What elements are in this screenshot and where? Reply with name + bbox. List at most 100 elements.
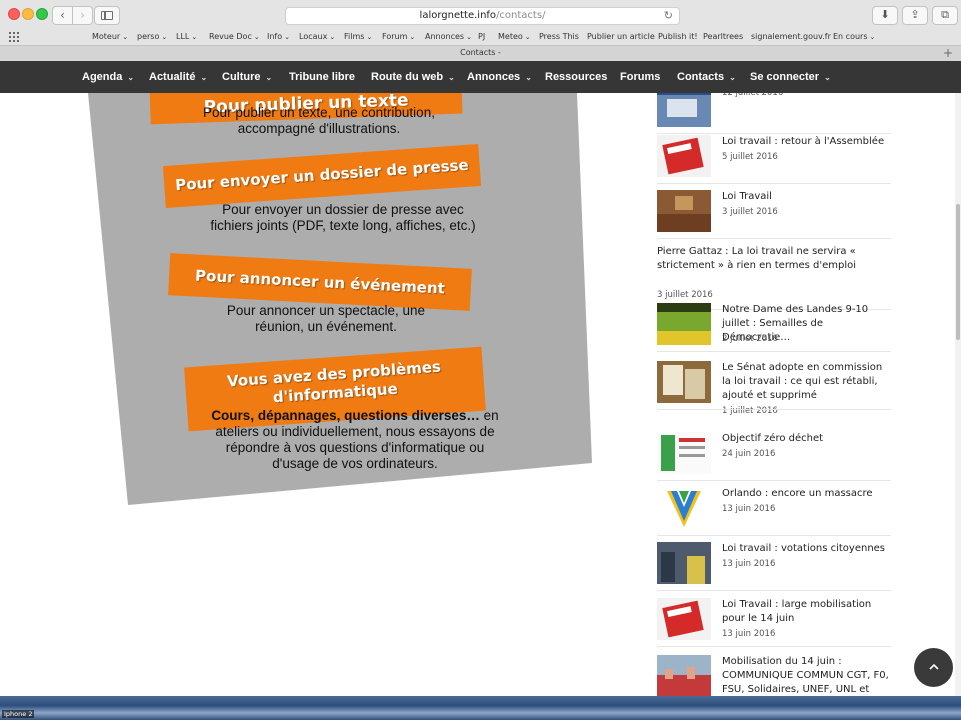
top-sites-grid-icon[interactable]: [9, 32, 19, 42]
tabs-icon: ⧉: [941, 8, 949, 21]
chevron-down-icon: ⌄: [200, 73, 208, 82]
new-tab-icon[interactable]: +: [943, 46, 953, 60]
post-date: 2 juillet 2016: [722, 334, 778, 344]
bookmark-item[interactable]: Press This: [539, 30, 579, 44]
downloads-button[interactable]: ⬇: [872, 6, 898, 25]
post-title[interactable]: Loi travail : votations citoyennes: [722, 542, 892, 556]
post-thumbnail[interactable]: [657, 487, 711, 529]
chevron-down-icon: ⌄: [448, 73, 455, 82]
bookmark-label: Publier un article: [587, 32, 655, 41]
post-title[interactable]: Objectif zéro déchet: [722, 432, 892, 446]
post-title[interactable]: Loi Travail : large mobilisation pour le…: [722, 598, 892, 626]
post-thumbnail[interactable]: [657, 655, 711, 696]
bookmark-label: Meteo: [498, 32, 523, 41]
bookmark-item[interactable]: En cours ⌄: [833, 30, 875, 44]
bookmark-item[interactable]: Films ⌄: [344, 30, 372, 44]
chevron-down-icon: ⌄: [824, 73, 831, 82]
nav-item-contacts[interactable]: Contacts ⌄: [677, 61, 736, 93]
bookmark-item[interactable]: signalement.gouv.fr: [751, 30, 831, 44]
post-thumbnail[interactable]: [657, 135, 711, 177]
nav-item-actualit-[interactable]: Actualité ⌄: [149, 61, 207, 93]
post-separator: [657, 535, 891, 536]
section-text-press: Pour envoyer un dossier de presse avec f…: [210, 202, 476, 233]
site-navigation: Agenda ⌄ Actualité ⌄ Culture ⌄ Tribune libre Ro…: [0, 61, 961, 93]
nav-item-route-du-web[interactable]: Route du web ⌄: [371, 61, 455, 93]
bookmarks-bar: Moteur ⌄ perso ⌄ LLL ⌄ Revue Doc ⌄ Info ⌄ Locaux ⌄ F…: [0, 30, 961, 44]
zoom-window-button[interactable]: [36, 8, 48, 20]
bookmark-label: LLL: [176, 32, 190, 41]
nav-item-label: Se connecter: [750, 71, 820, 83]
post-thumbnail[interactable]: [657, 542, 711, 584]
post-title[interactable]: Mobilisation du 14 juin : COMMUNIQUE COM…: [722, 655, 892, 696]
post-title[interactable]: Le Sénat adopte en commission la loi tra…: [722, 361, 892, 403]
chevron-down-icon: ⌄: [869, 33, 876, 41]
show-tabs-button[interactable]: ⧉: [932, 6, 958, 25]
download-icon: ⬇: [880, 8, 890, 21]
post-thumbnail[interactable]: [657, 361, 711, 403]
nav-item-se-connecter[interactable]: Se connecter ⌄: [750, 61, 831, 93]
post-thumbnail[interactable]: [657, 598, 711, 640]
bookmark-item[interactable]: Revue Doc ⌄: [209, 30, 260, 44]
page-scrollbar[interactable]: [955, 93, 961, 696]
page-content: Pour publier un texte Pour publier un te…: [0, 93, 961, 696]
post-separator: [657, 133, 891, 134]
post-date: 13 juin 2016: [722, 559, 776, 569]
nav-item-ressources[interactable]: Ressources: [545, 61, 607, 93]
post-thumbnail[interactable]: [657, 432, 711, 474]
nav-item-agenda[interactable]: Agenda ⌄: [82, 61, 134, 93]
bookmark-item[interactable]: Publish it!: [658, 30, 698, 44]
post-separator: [657, 183, 891, 184]
bookmark-item[interactable]: Forum ⌄: [382, 30, 415, 44]
bookmark-item[interactable]: Locaux ⌄: [299, 30, 335, 44]
chevron-down-icon: ⌄: [729, 73, 736, 82]
bookmark-item[interactable]: Annonces ⌄: [425, 30, 472, 44]
chevron-down-icon: ⌄: [161, 33, 168, 41]
post-thumbnail[interactable]: [657, 93, 711, 127]
bookmark-item[interactable]: perso ⌄: [137, 30, 167, 44]
chevron-down-icon: ⌄: [191, 33, 198, 41]
bookmark-label: Publish it!: [658, 32, 698, 41]
url-host: lalorgnette.info: [419, 10, 497, 21]
back-to-top-button[interactable]: [914, 648, 953, 687]
chevron-down-icon: ⌄: [524, 33, 531, 41]
bookmark-label: Pearltrees: [703, 32, 744, 41]
nav-item-culture[interactable]: Culture ⌄: [222, 61, 272, 93]
bookmark-label: PJ: [478, 32, 486, 41]
minimize-window-button[interactable]: [22, 8, 34, 20]
forward-button[interactable]: ›: [72, 6, 93, 25]
bookmark-item[interactable]: Publier un article: [587, 30, 655, 44]
nav-item-label: Culture: [222, 71, 261, 83]
post-thumbnail[interactable]: [657, 190, 711, 232]
post-date: 12 juillet 2016: [722, 93, 784, 98]
post-title[interactable]: Pierre Gattaz : La loi travail ne servir…: [657, 245, 891, 273]
bookmark-item[interactable]: LLL ⌄: [176, 30, 197, 44]
bookmark-item[interactable]: Meteo ⌄: [498, 30, 531, 44]
post-title[interactable]: Loi Travail: [722, 190, 892, 204]
bookmark-item[interactable]: PJ: [478, 30, 485, 44]
post-thumbnail[interactable]: [657, 303, 711, 345]
section-text-computing: Cours, dépannages, questions diverses… e…: [208, 408, 502, 472]
back-button[interactable]: ‹: [52, 6, 73, 25]
chevron-down-icon: ⌄: [409, 33, 416, 41]
active-tab-title[interactable]: Contacts -: [460, 48, 501, 57]
desktop-label: Iphone 2: [2, 710, 35, 718]
chevron-down-icon: ⌄: [466, 33, 472, 41]
close-window-button[interactable]: [8, 8, 20, 20]
address-bar[interactable]: lalorgnette.info/contacts/ ↻: [285, 7, 680, 25]
show-sidebar-button[interactable]: [94, 6, 120, 25]
nav-item-label: Actualité: [149, 71, 196, 83]
nav-item-annonces[interactable]: Annonces ⌄: [467, 61, 532, 93]
share-button[interactable]: ⇪: [902, 6, 928, 25]
nav-item-tribune-libre[interactable]: Tribune libre: [289, 61, 355, 93]
bookmark-item[interactable]: Moteur ⌄: [92, 30, 128, 44]
share-icon: ⇪: [910, 8, 920, 21]
post-date: 3 juillet 2016: [657, 290, 713, 300]
nav-item-forums[interactable]: Forums: [620, 61, 660, 93]
bookmark-item[interactable]: Pearltrees: [703, 30, 743, 44]
post-title[interactable]: Orlando : encore un massacre: [722, 487, 892, 501]
post-title[interactable]: Loi travail : retour à l'Assemblée: [722, 135, 892, 149]
bookmark-item[interactable]: Info ⌄: [267, 30, 290, 44]
scrollbar-thumb[interactable]: [956, 204, 960, 340]
post-date: 3 juillet 2016: [722, 207, 778, 217]
reload-icon[interactable]: ↻: [664, 8, 673, 24]
